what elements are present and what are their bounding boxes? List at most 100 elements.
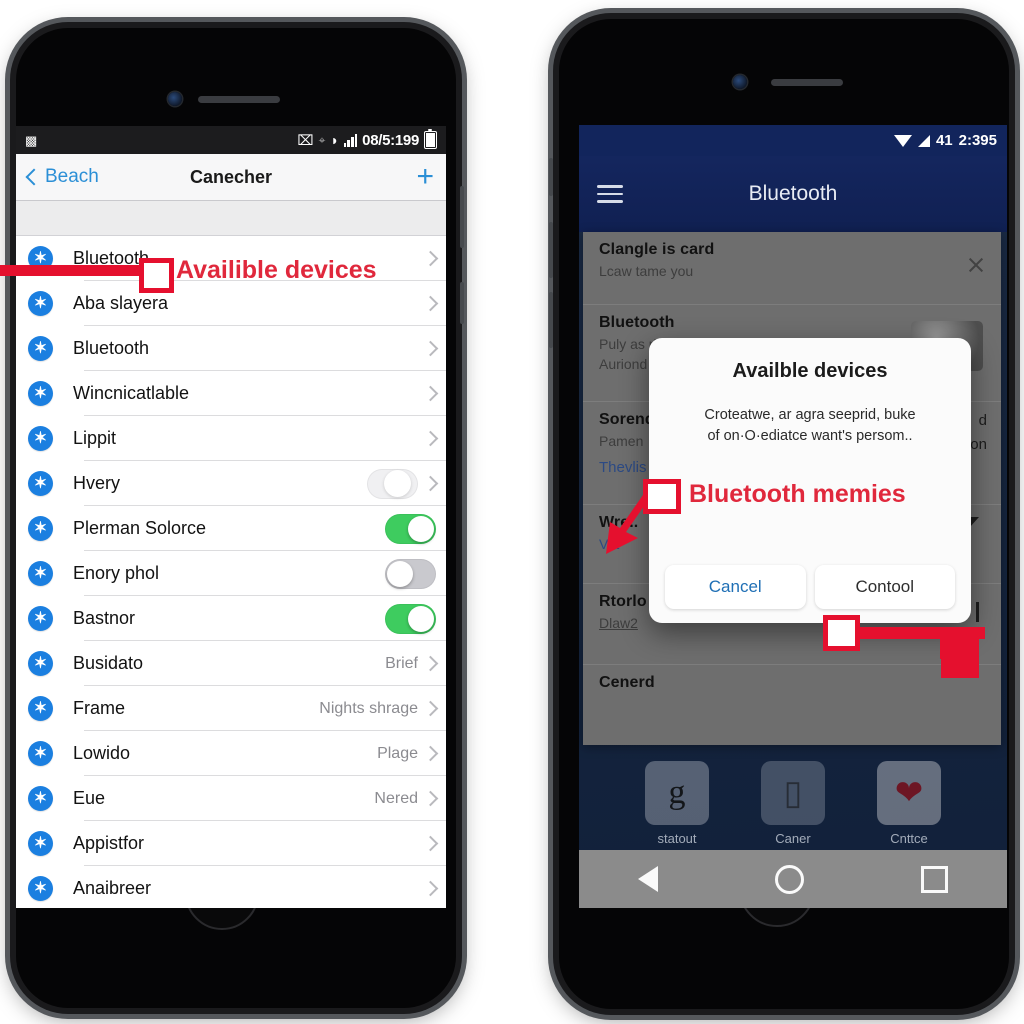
device-list: ✶ Bluetooth ✶ Aba slayera ✶ Bluetooth ✶ … bbox=[16, 236, 446, 908]
home-icon[interactable] bbox=[774, 864, 804, 894]
list-item[interactable]: ✶ Anaibreer bbox=[16, 866, 446, 908]
list-item[interactable]: ✶ Aba slayera bbox=[16, 281, 446, 326]
list-item[interactable]: ✶ Wincnicatlable bbox=[16, 371, 446, 416]
toggle-knob bbox=[387, 560, 413, 587]
list-item-detail: Plage bbox=[377, 744, 418, 762]
right-phone-mute-switch[interactable] bbox=[549, 158, 553, 196]
android-status-bar: 41 2:395 bbox=[579, 125, 1007, 156]
list-item[interactable]: ✶ Hvery bbox=[16, 461, 446, 506]
back-icon[interactable] bbox=[637, 866, 658, 892]
list-item[interactable]: ✶ Bluetooth bbox=[16, 236, 446, 281]
list-item-accessory bbox=[385, 558, 436, 589]
list-item[interactable]: ✶ Eue Nered bbox=[16, 776, 446, 821]
bluetooth-icon: ✶ bbox=[28, 786, 53, 811]
available-devices-dialog: Availble devices Croteatwe, ar agra seep… bbox=[649, 338, 971, 624]
heart-icon: ❤ bbox=[877, 761, 941, 825]
list-item-accessory bbox=[385, 603, 436, 634]
page-title: Canecher bbox=[189, 166, 273, 187]
bluetooth-icon: ✶ bbox=[28, 516, 53, 541]
card-section[interactable]: Cenerd bbox=[583, 665, 1001, 733]
toggle-switch[interactable] bbox=[385, 603, 436, 634]
list-item-label: Plerman Solorce bbox=[73, 518, 207, 538]
bluetooth-icon: ✶ bbox=[28, 831, 53, 856]
bluetooth-disabled-icon: ⌧ bbox=[297, 132, 314, 148]
list-item[interactable]: ✶ Busidato Brief bbox=[16, 641, 446, 686]
list-item-label: Wincnicatlable bbox=[73, 383, 190, 403]
camera-icon: ▩ bbox=[25, 132, 38, 148]
add-button[interactable]: + bbox=[416, 162, 434, 192]
chevron-right-icon bbox=[422, 745, 439, 762]
wifi-icon bbox=[893, 134, 912, 147]
left-phone-volume-button[interactable] bbox=[460, 282, 464, 324]
app-shortcut[interactable]: ▯ Caner bbox=[750, 761, 836, 846]
list-item-label: Bastnor bbox=[73, 608, 136, 628]
android-screen-root: 41 2:395 Bluetooth Clangle is card Lcaw … bbox=[579, 125, 1007, 908]
list-item-accessory bbox=[422, 835, 439, 852]
list-item[interactable]: ✶ Lowido Plage bbox=[16, 731, 446, 776]
list-item[interactable]: ✶ Plerman Solorce bbox=[16, 506, 446, 551]
bluetooth-icon: ✶ bbox=[28, 741, 53, 766]
list-item-detail: Brief bbox=[385, 654, 418, 672]
list-item-accessory: Nights shrage bbox=[319, 699, 439, 718]
battery-icon bbox=[424, 128, 437, 149]
list-item-detail: Nights shrage bbox=[319, 699, 418, 717]
toggle-knob bbox=[408, 515, 434, 542]
app-label: Cnttce bbox=[890, 831, 928, 846]
app-bar-title: Bluetooth bbox=[748, 182, 838, 205]
front-camera-icon bbox=[168, 92, 182, 106]
list-item-accessory: Plage bbox=[377, 744, 439, 763]
toggle-switch[interactable] bbox=[367, 468, 418, 499]
list-item-label: Bluetooth bbox=[73, 248, 150, 268]
list-item-detail: Nered bbox=[374, 789, 418, 807]
app-shortcut[interactable]: ❤ Cnttce bbox=[866, 761, 952, 846]
confirm-button[interactable]: Contool bbox=[814, 565, 955, 610]
chevron-right-icon bbox=[422, 430, 439, 447]
dialog-body-line-2: of on·O·ediatce want's persom.. bbox=[707, 428, 913, 445]
toggle-switch[interactable] bbox=[385, 513, 436, 544]
list-item[interactable]: ✶ Bastnor bbox=[16, 596, 446, 641]
earpiece-speaker bbox=[771, 79, 843, 86]
toggle-knob bbox=[384, 469, 411, 497]
left-phone-power-button[interactable] bbox=[460, 186, 464, 248]
dialog-body: Croteatwe, ar agra seeprid, buke of on·O… bbox=[665, 405, 955, 447]
dialog-actions: Cancel Contool bbox=[665, 565, 955, 623]
dialog-content-spacer bbox=[665, 447, 955, 565]
close-icon[interactable] bbox=[967, 256, 985, 274]
toggle-switch[interactable] bbox=[385, 558, 436, 589]
bluetooth-icon: ✶ bbox=[28, 246, 53, 271]
chevron-right-icon bbox=[422, 700, 439, 717]
list-item-label: Appistfor bbox=[73, 833, 145, 853]
list-item-label: Bluetooth bbox=[73, 338, 150, 358]
toggle-knob bbox=[408, 605, 434, 632]
list-item-label: Busidato bbox=[73, 653, 144, 673]
list-item-label: Hvery bbox=[73, 473, 121, 493]
camera-icon: ▯ bbox=[761, 761, 825, 825]
bluetooth-icon: ✶ bbox=[28, 606, 53, 631]
list-item[interactable]: ✶ Frame Nights shrage bbox=[16, 686, 446, 731]
status-right-icons: ⌧ ⌖ ◗ 08/5:199 bbox=[297, 128, 437, 149]
card-section-subtitle: Lcaw tame you bbox=[599, 263, 694, 279]
recents-icon[interactable] bbox=[921, 865, 949, 893]
list-item-label: Lippit bbox=[73, 428, 117, 448]
app-shortcut[interactable]: g statout bbox=[634, 761, 720, 846]
list-item[interactable]: ✶ Enory phol bbox=[16, 551, 446, 596]
list-item-label: Eue bbox=[73, 788, 106, 808]
card-section[interactable]: Clangle is card Lcaw tame you bbox=[583, 232, 1001, 305]
list-item-accessory bbox=[422, 430, 439, 447]
list-section-gap bbox=[16, 201, 446, 236]
right-phone-volume-up-button[interactable] bbox=[549, 222, 553, 278]
bluetooth-icon: ✶ bbox=[28, 426, 53, 451]
chevron-down-icon[interactable] bbox=[976, 602, 979, 622]
cancel-button[interactable]: Cancel bbox=[665, 565, 806, 610]
list-item[interactable]: ✶ Appistfor bbox=[16, 821, 446, 866]
app-label: statout bbox=[657, 831, 697, 846]
bluetooth-icon: ✶ bbox=[28, 291, 53, 316]
list-item-accessory: Nered bbox=[374, 789, 439, 808]
signal-icon bbox=[343, 133, 358, 147]
list-item[interactable]: ✶ Lippit bbox=[16, 416, 446, 461]
right-phone-volume-down-button[interactable] bbox=[549, 292, 553, 348]
status-clock: 2:395 bbox=[958, 132, 997, 149]
right-phone-screen: 41 2:395 Bluetooth Clangle is card Lcaw … bbox=[579, 125, 1007, 908]
list-item[interactable]: ✶ Bluetooth bbox=[16, 326, 446, 371]
chevron-right-icon bbox=[422, 250, 439, 267]
